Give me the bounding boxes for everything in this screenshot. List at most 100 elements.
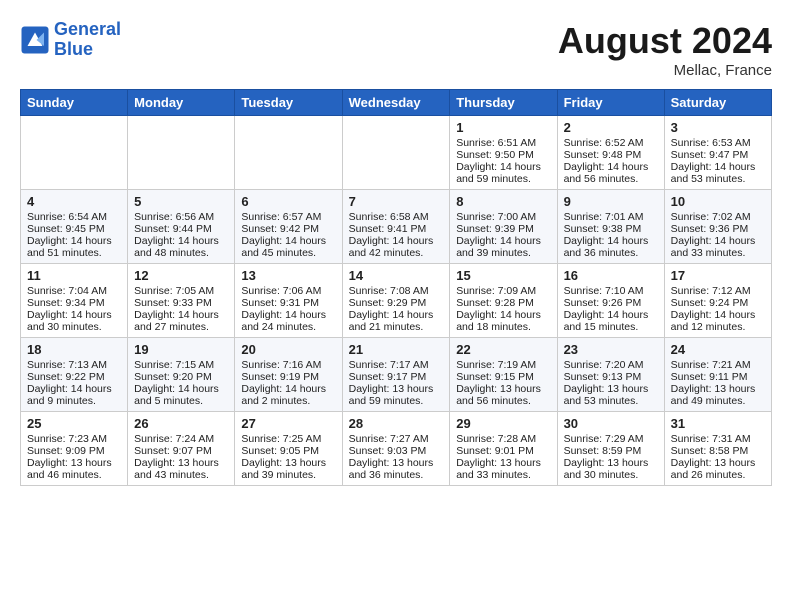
calendar-cell: 26Sunrise: 7:24 AMSunset: 9:07 PMDayligh… (128, 412, 235, 486)
sunrise: Sunrise: 7:09 AM (456, 285, 536, 297)
sunset: Sunset: 9:34 PM (27, 297, 105, 309)
daylight: Daylight: 13 hours and 30 minutes. (564, 457, 649, 481)
calendar-cell (342, 116, 450, 190)
calendar-cell: 17Sunrise: 7:12 AMSunset: 9:24 PMDayligh… (664, 264, 771, 338)
calendar-cell: 25Sunrise: 7:23 AMSunset: 9:09 PMDayligh… (21, 412, 128, 486)
sunrise: Sunrise: 7:10 AM (564, 285, 644, 297)
day-number: 20 (241, 342, 335, 357)
calendar-cell: 22 Sunrise: 7:19 AMSunset: 9:15 PMDayligh… (450, 338, 557, 412)
calendar-cell (235, 116, 342, 190)
sunrise: Sunrise: 6:54 AM (27, 211, 107, 223)
daylight: Daylight: 13 hours and 56 minutes. (456, 383, 541, 407)
calendar-cell: 14Sunrise: 7:08 AMSunset: 9:29 PMDayligh… (342, 264, 450, 338)
day-header-wednesday: Wednesday (342, 90, 450, 116)
daylight: Daylight: 14 hours and 21 minutes. (349, 309, 434, 333)
sunset: Sunset: 9:33 PM (134, 297, 212, 309)
sunrise: Sunrise: 7:01 AM (564, 211, 644, 223)
sunset: Sunset: 9:05 PM (241, 445, 319, 457)
logo-line1: General (54, 19, 121, 39)
day-number: 5 (134, 194, 228, 209)
sunset: Sunset: 9:45 PM (27, 223, 105, 235)
day-number: 10 (671, 194, 765, 209)
daylight: Daylight: 13 hours and 53 minutes. (564, 383, 649, 407)
sunset: Sunset: 8:59 PM (564, 445, 642, 457)
calendar-cell: 7Sunrise: 6:58 AMSunset: 9:41 PMDaylight… (342, 190, 450, 264)
daylight: Daylight: 13 hours and 43 minutes. (134, 457, 219, 481)
calendar-cell: 11Sunrise: 7:04 AMSunset: 9:34 PMDayligh… (21, 264, 128, 338)
calendar-cell: 13Sunrise: 7:06 AMSunset: 9:31 PMDayligh… (235, 264, 342, 338)
calendar-cell: 23 Sunrise: 7:20 AMSunset: 9:13 PMDayligh… (557, 338, 664, 412)
sunset: Sunset: 9:17 PM (349, 371, 427, 383)
daylight: Daylight: 14 hours and 24 minutes. (241, 309, 326, 333)
calendar-header-row: SundayMondayTuesdayWednesdayThursdayFrid… (21, 90, 772, 116)
calendar-cell: 30Sunrise: 7:29 AMSunset: 8:59 PMDayligh… (557, 412, 664, 486)
sunset: Sunset: 9:20 PM (134, 371, 212, 383)
daylight: Daylight: 13 hours and 49 minutes. (671, 383, 756, 407)
sunrise: Sunrise: 7:25 AM (241, 433, 321, 445)
daylight: Daylight: 14 hours and 30 minutes. (27, 309, 112, 333)
sunrise: Sunrise: 7:23 AM (27, 433, 107, 445)
location: Mellac, France (558, 62, 772, 79)
day-number: 3 (671, 120, 765, 135)
day-header-friday: Friday (557, 90, 664, 116)
logo-text: General Blue (54, 20, 121, 60)
day-header-thursday: Thursday (450, 90, 557, 116)
daylight: Daylight: 14 hours and 56 minutes. (564, 161, 649, 185)
sunset: Sunset: 9:24 PM (671, 297, 749, 309)
sunrise: Sunrise: 7:19 AM (456, 359, 536, 371)
daylight: Daylight: 14 hours and 18 minutes. (456, 309, 541, 333)
month-year: August 2024 (558, 20, 772, 62)
sunrise: Sunrise: 7:17 AM (349, 359, 429, 371)
sunrise: Sunrise: 7:05 AM (134, 285, 214, 297)
sunrise: Sunrise: 6:57 AM (241, 211, 321, 223)
logo-icon (20, 25, 50, 55)
sunrise: Sunrise: 7:27 AM (349, 433, 429, 445)
day-header-saturday: Saturday (664, 90, 771, 116)
calendar-cell (128, 116, 235, 190)
sunset: Sunset: 9:38 PM (564, 223, 642, 235)
sunrise: Sunrise: 7:29 AM (564, 433, 644, 445)
daylight: Daylight: 14 hours and 27 minutes. (134, 309, 219, 333)
sunrise: Sunrise: 7:24 AM (134, 433, 214, 445)
sunset: Sunset: 9:47 PM (671, 149, 749, 161)
sunrise: Sunrise: 7:31 AM (671, 433, 751, 445)
day-number: 21 (349, 342, 444, 357)
day-number: 11 (27, 268, 121, 283)
calendar-cell: 29Sunrise: 7:28 AMSunset: 9:01 PMDayligh… (450, 412, 557, 486)
sunset: Sunset: 9:03 PM (349, 445, 427, 457)
calendar-cell: 10Sunrise: 7:02 AMSunset: 9:36 PMDayligh… (664, 190, 771, 264)
sunset: Sunset: 9:09 PM (27, 445, 105, 457)
calendar-cell: 4Sunrise: 6:54 AMSunset: 9:45 PMDaylight… (21, 190, 128, 264)
day-number: 26 (134, 416, 228, 431)
calendar-cell: 5 Sunrise: 6:56 AMSunset: 9:44 PMDaylight… (128, 190, 235, 264)
sunset: Sunset: 9:36 PM (671, 223, 749, 235)
daylight: Daylight: 13 hours and 59 minutes. (349, 383, 434, 407)
sunrise: Sunrise: 6:56 AM (134, 211, 214, 223)
sunset: Sunset: 9:13 PM (564, 371, 642, 383)
logo: General Blue (20, 20, 121, 60)
calendar-cell: 18Sunrise: 7:13 AMSunset: 9:22 PMDayligh… (21, 338, 128, 412)
day-number: 27 (241, 416, 335, 431)
day-header-tuesday: Tuesday (235, 90, 342, 116)
day-number: 23 (564, 342, 658, 357)
daylight: Daylight: 14 hours and 48 minutes. (134, 235, 219, 259)
day-number: 22 (456, 342, 550, 357)
day-number: 15 (456, 268, 550, 283)
sunrise: Sunrise: 7:21 AM (671, 359, 751, 371)
calendar-cell: 27 Sunrise: 7:25 AMSunset: 9:05 PMDayligh… (235, 412, 342, 486)
sunset: Sunset: 9:39 PM (456, 223, 534, 235)
calendar-cell: 15Sunrise: 7:09 AMSunset: 9:28 PMDayligh… (450, 264, 557, 338)
sunrise: Sunrise: 7:28 AM (456, 433, 536, 445)
sunset: Sunset: 9:44 PM (134, 223, 212, 235)
sunset: Sunset: 9:15 PM (456, 371, 534, 383)
daylight: Daylight: 13 hours and 39 minutes. (241, 457, 326, 481)
sunrise: Sunrise: 7:20 AM (564, 359, 644, 371)
day-number: 12 (134, 268, 228, 283)
day-number: 28 (349, 416, 444, 431)
sunrise: Sunrise: 6:58 AM (349, 211, 429, 223)
day-header-monday: Monday (128, 90, 235, 116)
day-number: 19 (134, 342, 228, 357)
calendar-cell: 1Sunrise: 6:51 AMSunset: 9:50 PMDaylight… (450, 116, 557, 190)
day-number: 31 (671, 416, 765, 431)
daylight: Daylight: 13 hours and 33 minutes. (456, 457, 541, 481)
